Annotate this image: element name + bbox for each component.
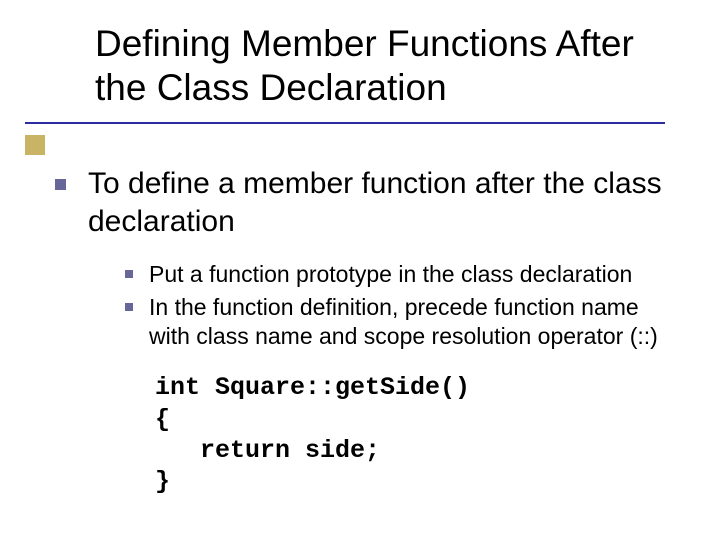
- accent-square: [25, 135, 45, 155]
- code-line: return side;: [155, 436, 380, 465]
- lvl2-text: Put a function prototype in the class de…: [149, 260, 632, 289]
- code-block: int Square::getSide() { return side; }: [155, 372, 680, 497]
- code-line: int Square::getSide(): [155, 373, 470, 402]
- code-line: {: [155, 405, 170, 434]
- list-item: Put a function prototype in the class de…: [125, 260, 680, 289]
- slide: Defining Member Functions After the Clas…: [0, 0, 720, 540]
- title-wrap: Defining Member Functions After the Clas…: [95, 22, 690, 111]
- lvl2-text: In the function definition, precede func…: [149, 293, 680, 351]
- square-bullet-icon: [125, 270, 133, 278]
- lvl1-text: To define a member function after the cl…: [88, 165, 680, 240]
- sub-list: Put a function prototype in the class de…: [125, 260, 680, 350]
- code-line: }: [155, 467, 170, 496]
- slide-body: To define a member function after the cl…: [55, 165, 680, 497]
- title-underline: [25, 122, 665, 124]
- slide-title: Defining Member Functions After the Clas…: [95, 22, 690, 111]
- list-item: In the function definition, precede func…: [125, 293, 680, 351]
- square-bullet-icon: [125, 303, 133, 311]
- square-bullet-icon: [55, 179, 66, 190]
- list-item: To define a member function after the cl…: [55, 165, 680, 240]
